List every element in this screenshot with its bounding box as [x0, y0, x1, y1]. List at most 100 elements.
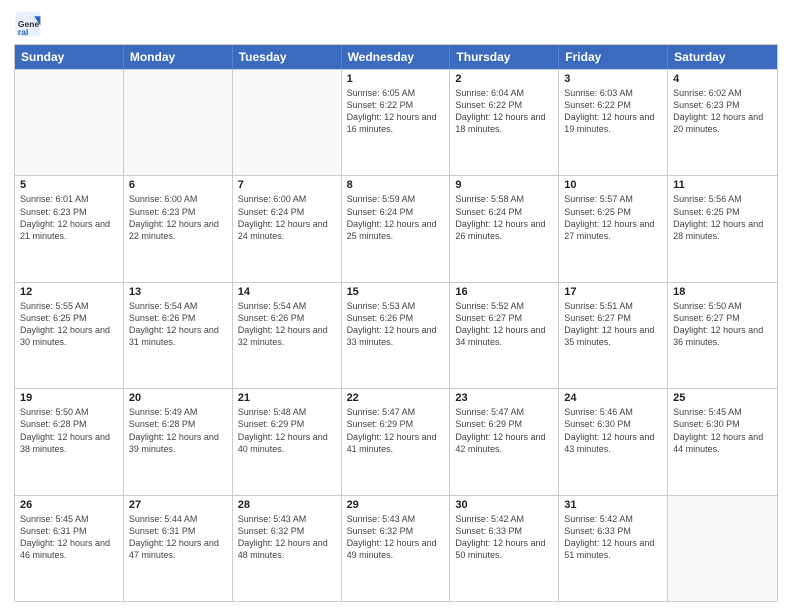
- day-cell-1: 1 Sunrise: 6:05 AM Sunset: 6:22 PM Daylig…: [342, 70, 451, 175]
- day-info: Sunrise: 6:01 AM Sunset: 6:23 PM Dayligh…: [20, 193, 118, 242]
- day-info: Sunrise: 5:49 AM Sunset: 6:28 PM Dayligh…: [129, 406, 227, 455]
- weekday-header-wednesday: Wednesday: [342, 45, 451, 69]
- day-info: Sunrise: 5:50 AM Sunset: 6:27 PM Dayligh…: [673, 300, 772, 349]
- day-cell-5: 5 Sunrise: 6:01 AM Sunset: 6:23 PM Daylig…: [15, 176, 124, 281]
- day-cell-30: 30Sunrise: 5:42 AM Sunset: 6:33 PM Dayli…: [450, 496, 559, 601]
- day-info: Sunrise: 6:00 AM Sunset: 6:24 PM Dayligh…: [238, 193, 336, 242]
- day-number: 21: [238, 392, 336, 404]
- day-number: 20: [129, 392, 227, 404]
- day-cell-16: 16Sunrise: 5:52 AM Sunset: 6:27 PM Dayli…: [450, 283, 559, 388]
- empty-cell-4-6: [668, 496, 777, 601]
- calendar-row-2: 12Sunrise: 5:55 AM Sunset: 6:25 PM Dayli…: [15, 282, 777, 388]
- header: Gene ral: [14, 10, 778, 38]
- day-info: Sunrise: 5:51 AM Sunset: 6:27 PM Dayligh…: [564, 300, 662, 349]
- day-info: Sunrise: 5:46 AM Sunset: 6:30 PM Dayligh…: [564, 406, 662, 455]
- day-cell-14: 14 Sunrise: 5:54 AM Sunset: 6:26 PM Dayli…: [233, 283, 342, 388]
- day-number: 9: [455, 179, 553, 191]
- day-number: 14: [238, 286, 336, 298]
- calendar-row-3: 19 Sunrise: 5:50 AM Sunset: 6:28 PM Dayli…: [15, 388, 777, 494]
- day-cell-19: 19 Sunrise: 5:50 AM Sunset: 6:28 PM Dayli…: [15, 389, 124, 494]
- day-number: 16: [455, 286, 553, 298]
- day-number: 10: [564, 179, 662, 191]
- day-cell-9: 9 Sunrise: 5:58 AM Sunset: 6:24 PM Daylig…: [450, 176, 559, 281]
- day-cell-29: 29Sunrise: 5:43 AM Sunset: 6:32 PM Dayli…: [342, 496, 451, 601]
- day-info: Sunrise: 5:47 AM Sunset: 6:29 PM Dayligh…: [347, 406, 445, 455]
- weekday-header-friday: Friday: [559, 45, 668, 69]
- day-info: Sunrise: 6:05 AM Sunset: 6:22 PM Dayligh…: [347, 87, 445, 136]
- day-number: 4: [673, 73, 772, 85]
- day-number: 25: [673, 392, 772, 404]
- day-info: Sunrise: 5:54 AM Sunset: 6:26 PM Dayligh…: [238, 300, 336, 349]
- day-number: 13: [129, 286, 227, 298]
- day-cell-4: 4 Sunrise: 6:02 AM Sunset: 6:23 PM Daylig…: [668, 70, 777, 175]
- day-cell-31: 31 Sunrise: 5:42 AM Sunset: 6:33 PM Dayli…: [559, 496, 668, 601]
- day-number: 29: [347, 499, 445, 511]
- day-cell-22: 22Sunrise: 5:47 AM Sunset: 6:29 PM Dayli…: [342, 389, 451, 494]
- day-info: Sunrise: 5:57 AM Sunset: 6:25 PM Dayligh…: [564, 193, 662, 242]
- day-number: 24: [564, 392, 662, 404]
- day-cell-10: 10 Sunrise: 5:57 AM Sunset: 6:25 PM Dayli…: [559, 176, 668, 281]
- day-number: 8: [347, 179, 445, 191]
- weekday-header-tuesday: Tuesday: [233, 45, 342, 69]
- day-cell-3: 3Sunrise: 6:03 AM Sunset: 6:22 PM Daylig…: [559, 70, 668, 175]
- calendar-body: 1 Sunrise: 6:05 AM Sunset: 6:22 PM Daylig…: [15, 69, 777, 601]
- calendar-row-4: 26Sunrise: 5:45 AM Sunset: 6:31 PM Dayli…: [15, 495, 777, 601]
- day-number: 18: [673, 286, 772, 298]
- empty-cell-0-0: [15, 70, 124, 175]
- day-cell-11: 11 Sunrise: 5:56 AM Sunset: 6:25 PM Dayli…: [668, 176, 777, 281]
- day-cell-2: 2 Sunrise: 6:04 AM Sunset: 6:22 PM Daylig…: [450, 70, 559, 175]
- day-cell-12: 12Sunrise: 5:55 AM Sunset: 6:25 PM Dayli…: [15, 283, 124, 388]
- day-info: Sunrise: 5:43 AM Sunset: 6:32 PM Dayligh…: [238, 513, 336, 562]
- day-cell-13: 13 Sunrise: 5:54 AM Sunset: 6:26 PM Dayli…: [124, 283, 233, 388]
- day-cell-15: 15 Sunrise: 5:53 AM Sunset: 6:26 PM Dayli…: [342, 283, 451, 388]
- day-info: Sunrise: 5:44 AM Sunset: 6:31 PM Dayligh…: [129, 513, 227, 562]
- day-number: 28: [238, 499, 336, 511]
- empty-cell-0-2: [233, 70, 342, 175]
- day-cell-21: 21 Sunrise: 5:48 AM Sunset: 6:29 PM Dayli…: [233, 389, 342, 494]
- day-cell-28: 28 Sunrise: 5:43 AM Sunset: 6:32 PM Dayli…: [233, 496, 342, 601]
- day-info: Sunrise: 5:50 AM Sunset: 6:28 PM Dayligh…: [20, 406, 118, 455]
- calendar-header: SundayMondayTuesdayWednesdayThursdayFrid…: [15, 45, 777, 69]
- day-info: Sunrise: 6:02 AM Sunset: 6:23 PM Dayligh…: [673, 87, 772, 136]
- day-number: 12: [20, 286, 118, 298]
- day-cell-24: 24 Sunrise: 5:46 AM Sunset: 6:30 PM Dayli…: [559, 389, 668, 494]
- calendar-row-1: 5 Sunrise: 6:01 AM Sunset: 6:23 PM Daylig…: [15, 175, 777, 281]
- day-cell-17: 17Sunrise: 5:51 AM Sunset: 6:27 PM Dayli…: [559, 283, 668, 388]
- day-info: Sunrise: 5:54 AM Sunset: 6:26 PM Dayligh…: [129, 300, 227, 349]
- day-cell-27: 27 Sunrise: 5:44 AM Sunset: 6:31 PM Dayli…: [124, 496, 233, 601]
- day-info: Sunrise: 6:04 AM Sunset: 6:22 PM Dayligh…: [455, 87, 553, 136]
- day-number: 5: [20, 179, 118, 191]
- day-cell-8: 8 Sunrise: 5:59 AM Sunset: 6:24 PM Daylig…: [342, 176, 451, 281]
- day-info: Sunrise: 5:53 AM Sunset: 6:26 PM Dayligh…: [347, 300, 445, 349]
- calendar: SundayMondayTuesdayWednesdayThursdayFrid…: [14, 44, 778, 602]
- day-info: Sunrise: 5:59 AM Sunset: 6:24 PM Dayligh…: [347, 193, 445, 242]
- weekday-header-thursday: Thursday: [450, 45, 559, 69]
- day-number: 11: [673, 179, 772, 191]
- day-number: 19: [20, 392, 118, 404]
- weekday-header-monday: Monday: [124, 45, 233, 69]
- day-number: 1: [347, 73, 445, 85]
- day-cell-7: 7Sunrise: 6:00 AM Sunset: 6:24 PM Daylig…: [233, 176, 342, 281]
- day-number: 15: [347, 286, 445, 298]
- day-info: Sunrise: 5:47 AM Sunset: 6:29 PM Dayligh…: [455, 406, 553, 455]
- day-cell-6: 6Sunrise: 6:00 AM Sunset: 6:23 PM Daylig…: [124, 176, 233, 281]
- weekday-header-saturday: Saturday: [668, 45, 777, 69]
- day-number: 26: [20, 499, 118, 511]
- day-info: Sunrise: 5:45 AM Sunset: 6:30 PM Dayligh…: [673, 406, 772, 455]
- svg-text:ral: ral: [18, 27, 28, 37]
- day-info: Sunrise: 5:42 AM Sunset: 6:33 PM Dayligh…: [564, 513, 662, 562]
- day-info: Sunrise: 5:58 AM Sunset: 6:24 PM Dayligh…: [455, 193, 553, 242]
- day-cell-20: 20 Sunrise: 5:49 AM Sunset: 6:28 PM Dayli…: [124, 389, 233, 494]
- day-cell-18: 18 Sunrise: 5:50 AM Sunset: 6:27 PM Dayli…: [668, 283, 777, 388]
- day-number: 31: [564, 499, 662, 511]
- day-info: Sunrise: 5:48 AM Sunset: 6:29 PM Dayligh…: [238, 406, 336, 455]
- calendar-row-0: 1 Sunrise: 6:05 AM Sunset: 6:22 PM Daylig…: [15, 69, 777, 175]
- day-info: Sunrise: 5:42 AM Sunset: 6:33 PM Dayligh…: [455, 513, 553, 562]
- empty-cell-0-1: [124, 70, 233, 175]
- day-cell-26: 26Sunrise: 5:45 AM Sunset: 6:31 PM Dayli…: [15, 496, 124, 601]
- day-number: 2: [455, 73, 553, 85]
- weekday-header-sunday: Sunday: [15, 45, 124, 69]
- day-info: Sunrise: 5:56 AM Sunset: 6:25 PM Dayligh…: [673, 193, 772, 242]
- day-number: 27: [129, 499, 227, 511]
- day-cell-23: 23Sunrise: 5:47 AM Sunset: 6:29 PM Dayli…: [450, 389, 559, 494]
